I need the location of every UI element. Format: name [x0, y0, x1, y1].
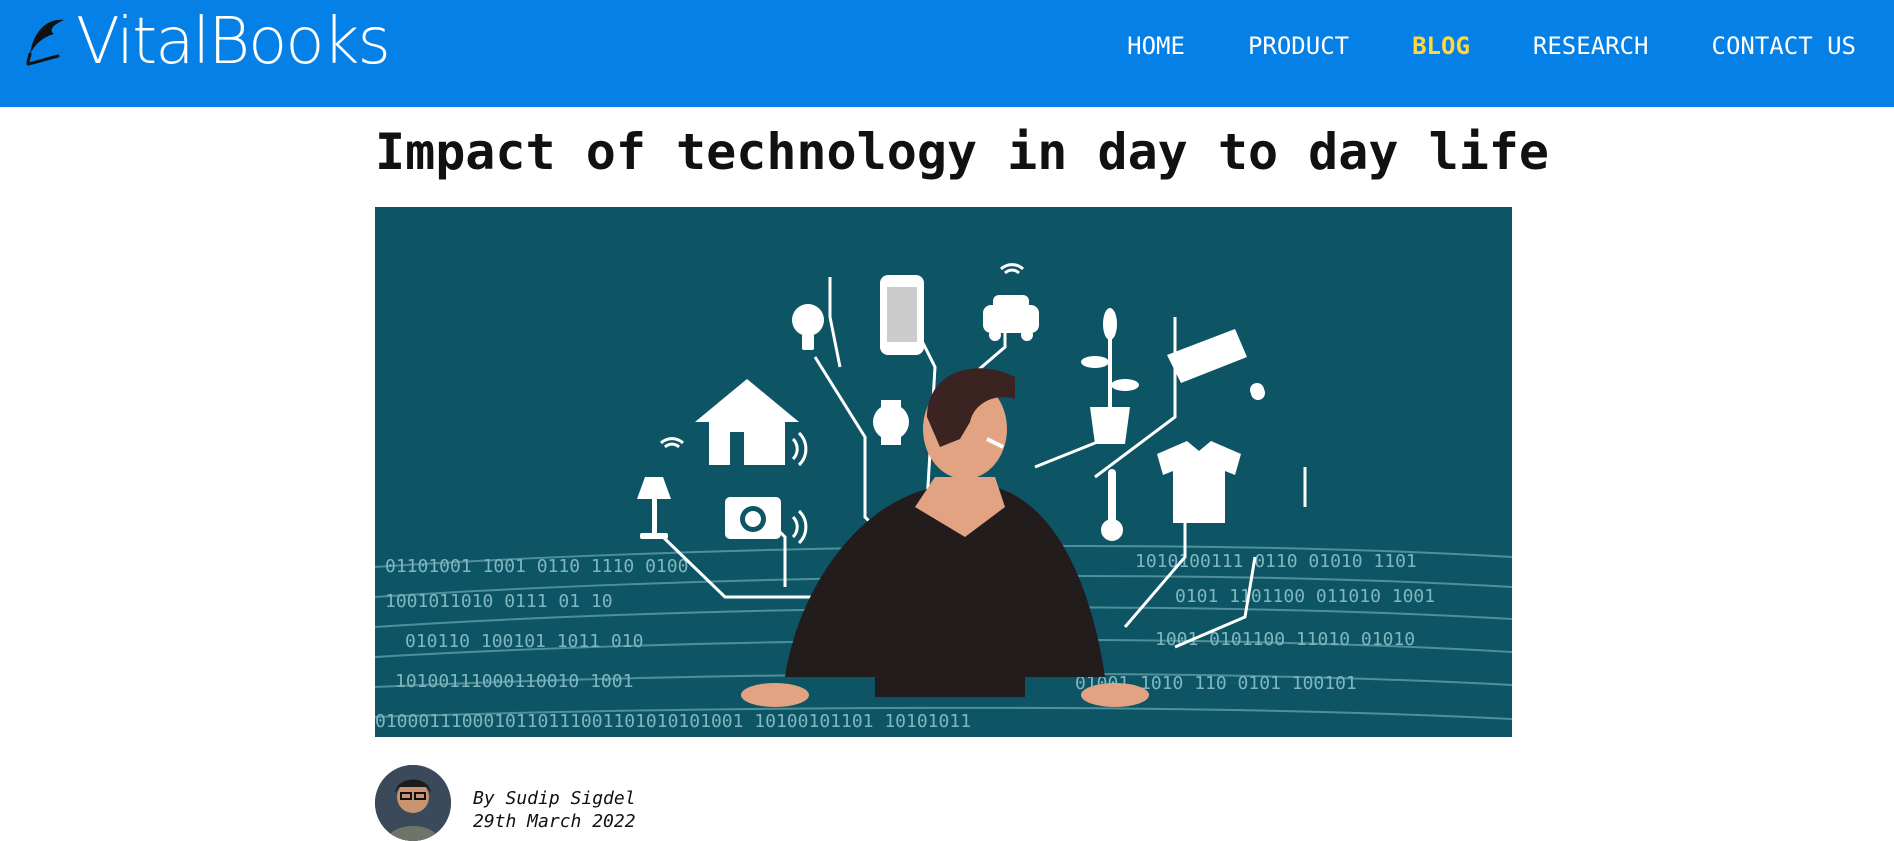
hero-image: 01101001 1001 0110 1110 0100 1010100111 … [375, 207, 1512, 737]
top-navbar: VitalBooks HOME PRODUCT BLOG RESEARCH CO… [0, 0, 1894, 107]
nav-research[interactable]: RESEARCH [1533, 30, 1649, 62]
nav-home[interactable]: HOME [1127, 30, 1185, 62]
svg-text:01101001 1001 0110 1110 0100: 01101001 1001 0110 1110 0100 [385, 556, 688, 577]
post-title: Impact of technology in day to day life [375, 123, 1549, 181]
svg-text:10100111000110010 1001: 10100111000110010 1001 [395, 671, 633, 692]
nav-product[interactable]: PRODUCT [1248, 30, 1349, 62]
author-name[interactable]: By Sudip Sigdel [473, 787, 636, 810]
brand-logo[interactable]: VitalBooks [24, 5, 391, 79]
svg-text:0101 1101100 011010 1001: 0101 1101100 011010 1001 [1175, 586, 1435, 607]
svg-text:010110 100101 1011 010: 010110 100101 1011 010 [405, 631, 643, 652]
svg-text:1010100111 0110 01010 1101: 1010100111 0110 01010 1101 [1135, 551, 1417, 572]
brand-name: VitalBooks [76, 5, 391, 79]
svg-text:1001011010 0111 01 10: 1001011010 0111 01 10 [385, 591, 613, 612]
quill-icon [26, 19, 64, 66]
nav-blog[interactable]: BLOG [1412, 30, 1470, 62]
svg-text:010001110001011011100110101010: 0100011100010110111001101010101001 10100… [375, 711, 971, 732]
nav-contact-us[interactable]: CONTACT US [1712, 30, 1857, 62]
smartphone-icon [880, 275, 924, 355]
main-menu: HOME PRODUCT BLOG RESEARCH CONTACT US [1064, 30, 1856, 62]
camera-icon [725, 497, 781, 539]
